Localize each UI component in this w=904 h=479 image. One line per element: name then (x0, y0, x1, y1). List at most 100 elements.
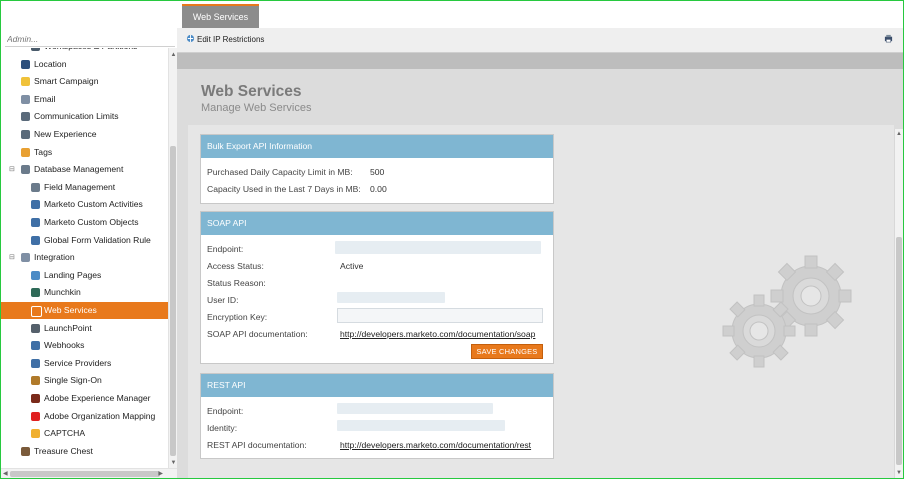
sidebar-item-adobe-organization-mapping[interactable]: Adobe Organization Mapping (1, 408, 168, 425)
sidebar-item-integration[interactable]: ⊟ Integration (1, 249, 168, 266)
scroll-down-arrow-icon[interactable]: ▼ (895, 470, 903, 476)
service-provider-icon (31, 358, 40, 368)
edit-ip-icon (186, 34, 195, 43)
sidebar-item-communication-limits[interactable]: Communication Limits (1, 108, 168, 125)
sidebar-item-single-sign-on[interactable]: Single Sign-On (1, 372, 168, 389)
sidebar-item-label: Marketo Custom Objects (44, 217, 139, 227)
main-area: Web Services Edit IP Restrictions Web Se… (177, 1, 903, 478)
sidebar-item-location[interactable]: Location (1, 56, 168, 73)
sidebar-item-field-management[interactable]: Field Management (1, 179, 168, 196)
encryption-key-input[interactable] (337, 308, 543, 323)
globe-icon (31, 48, 40, 51)
access-status-label: Access Status: (207, 261, 264, 271)
sidebar-item-smart-campaign[interactable]: Smart Campaign (1, 73, 168, 90)
app-window: Workspaces & Partitions Location Smart Cam… (0, 0, 904, 479)
content-area: Web Services Manage Web Services Bulk Ex… (177, 69, 903, 478)
capacity-used-label: Capacity Used in the Last 7 Days in MB: (207, 184, 361, 194)
soap-endpoint-label: Endpoint: (207, 244, 244, 254)
tab-strip: Web Services (177, 1, 903, 30)
sidebar-item-email[interactable]: Email (1, 91, 168, 108)
identity-label: Identity: (207, 423, 238, 433)
rest-doc-link[interactable]: http://developers.marketo.com/documentat… (340, 440, 531, 450)
sidebar-item-service-providers[interactable]: Service Providers (1, 355, 168, 372)
page-title: Web Services (201, 83, 302, 100)
sidebar-item-label: Location (34, 58, 67, 69)
rocket-icon (31, 323, 40, 333)
adobe-icon (31, 411, 40, 421)
content-vertical-scrollbar[interactable]: ▲ ▼ (894, 129, 903, 478)
soap-api-card: SOAP API Endpoint: Access Status: Active… (200, 211, 554, 364)
key-icon (31, 376, 40, 386)
soap-doc-label: SOAP API documentation: (207, 329, 308, 339)
gears-illustration-icon (722, 255, 852, 368)
admin-sidebar: Workspaces & Partitions Location Smart Cam… (1, 1, 178, 478)
scrollbar-thumb[interactable] (896, 237, 902, 465)
sidebar-item-label: Email (34, 93, 56, 104)
email-icon (21, 94, 30, 104)
limit-icon (21, 112, 30, 122)
edit-ip-label: Edit IP Restrictions (197, 35, 265, 44)
cloud-icon (21, 253, 30, 263)
encryption-key-label: Encryption Key: (207, 312, 268, 322)
sidebar-item-label: Database Management (34, 164, 124, 175)
database-icon (21, 165, 30, 175)
status-reason-label: Status Reason: (207, 278, 266, 288)
sidebar-item-munchkin[interactable]: Munchkin (1, 284, 168, 301)
sidebar-item-label: Global Form Validation Rule (44, 234, 151, 245)
identity-value-redacted (337, 420, 505, 431)
sidebar-item-treasure-chest[interactable]: Treasure Chest (1, 443, 168, 460)
sidebar-item-label: Field Management (44, 181, 116, 192)
activity-icon (31, 200, 40, 210)
scroll-up-arrow-icon[interactable]: ▲ (170, 52, 177, 58)
scroll-up-arrow-icon[interactable]: ▲ (895, 131, 903, 137)
form-icon (31, 235, 40, 245)
soap-doc-link[interactable]: http://developers.marketo.com/documentat… (340, 329, 535, 339)
access-status-value: Active (340, 261, 364, 271)
sidebar-item-workspaces-partitions[interactable]: Workspaces & Partitions (1, 48, 168, 55)
sidebar-item-label: Smart Campaign (34, 76, 99, 87)
sidebar-item-label: Treasure Chest (34, 445, 93, 456)
rest-api-header: REST API (201, 374, 553, 397)
sidebar-item-launchpoint[interactable]: LaunchPoint (1, 320, 168, 337)
sidebar-item-captcha[interactable]: CAPTCHA (1, 425, 168, 442)
sidebar-item-marketo-custom-objects[interactable]: Marketo Custom Objects (1, 214, 168, 231)
sidebar-item-label: Single Sign-On (44, 375, 102, 386)
scroll-down-arrow-icon[interactable]: ▼ (170, 460, 177, 466)
sidebar-item-adobe-experience-manager[interactable]: Adobe Experience Manager (1, 390, 168, 407)
admin-tree: Workspaces & Partitions Location Smart Cam… (1, 48, 168, 468)
sidebar-item-label: Adobe Experience Manager (44, 393, 151, 403)
print-icon[interactable] (884, 34, 893, 43)
experience-icon (21, 130, 30, 139)
sidebar-item-new-experience[interactable]: New Experience (1, 126, 168, 143)
edit-ip-restrictions-button[interactable]: Edit IP Restrictions (186, 33, 264, 47)
save-changes-button[interactable]: SAVE CHANGES (471, 344, 543, 359)
sidebar-item-tags[interactable]: Tags (1, 144, 168, 161)
sidebar-item-web-services[interactable]: Web Services (1, 302, 168, 319)
field-icon (31, 182, 40, 192)
collapse-toggle-icon[interactable]: ⊟ (9, 249, 17, 266)
scroll-left-arrow-icon[interactable]: ◀ (3, 469, 8, 478)
sidebar-item-landing-pages[interactable]: Landing Pages (1, 267, 168, 284)
sidebar-item-global-form-validation-rule[interactable]: Global Form Validation Rule (1, 232, 168, 249)
soap-endpoint-value-redacted (335, 241, 541, 254)
munchkin-icon (31, 288, 40, 298)
sidebar-horizontal-scrollbar[interactable]: ◀ ▶ (1, 468, 177, 478)
sidebar-item-label: Landing Pages (44, 269, 102, 280)
admin-search-input[interactable] (5, 31, 175, 47)
bulk-export-header: Bulk Export API Information (201, 135, 553, 158)
scrollbar-thumb[interactable] (170, 146, 176, 456)
sidebar-item-webhooks[interactable]: Webhooks (1, 337, 168, 354)
aem-icon (31, 394, 40, 403)
collapse-toggle-icon[interactable]: ⊟ (9, 161, 17, 178)
bulk-export-card: Bulk Export API Information Purchased Da… (200, 134, 554, 204)
tab-web-services[interactable]: Web Services (182, 4, 259, 30)
sidebar-item-label: Adobe Organization Mapping (44, 410, 156, 421)
scroll-right-arrow-icon[interactable]: ▶ (158, 469, 163, 478)
sidebar-item-marketo-custom-activities[interactable]: Marketo Custom Activities (1, 196, 168, 213)
capacity-limit-value: 500 (370, 167, 385, 177)
location-icon (21, 59, 30, 69)
sidebar-item-database-management[interactable]: ⊟ Database Management (1, 161, 168, 178)
landing-page-icon (31, 270, 40, 280)
scrollbar-thumb[interactable] (10, 471, 160, 477)
rest-doc-label: REST API documentation: (207, 440, 307, 450)
